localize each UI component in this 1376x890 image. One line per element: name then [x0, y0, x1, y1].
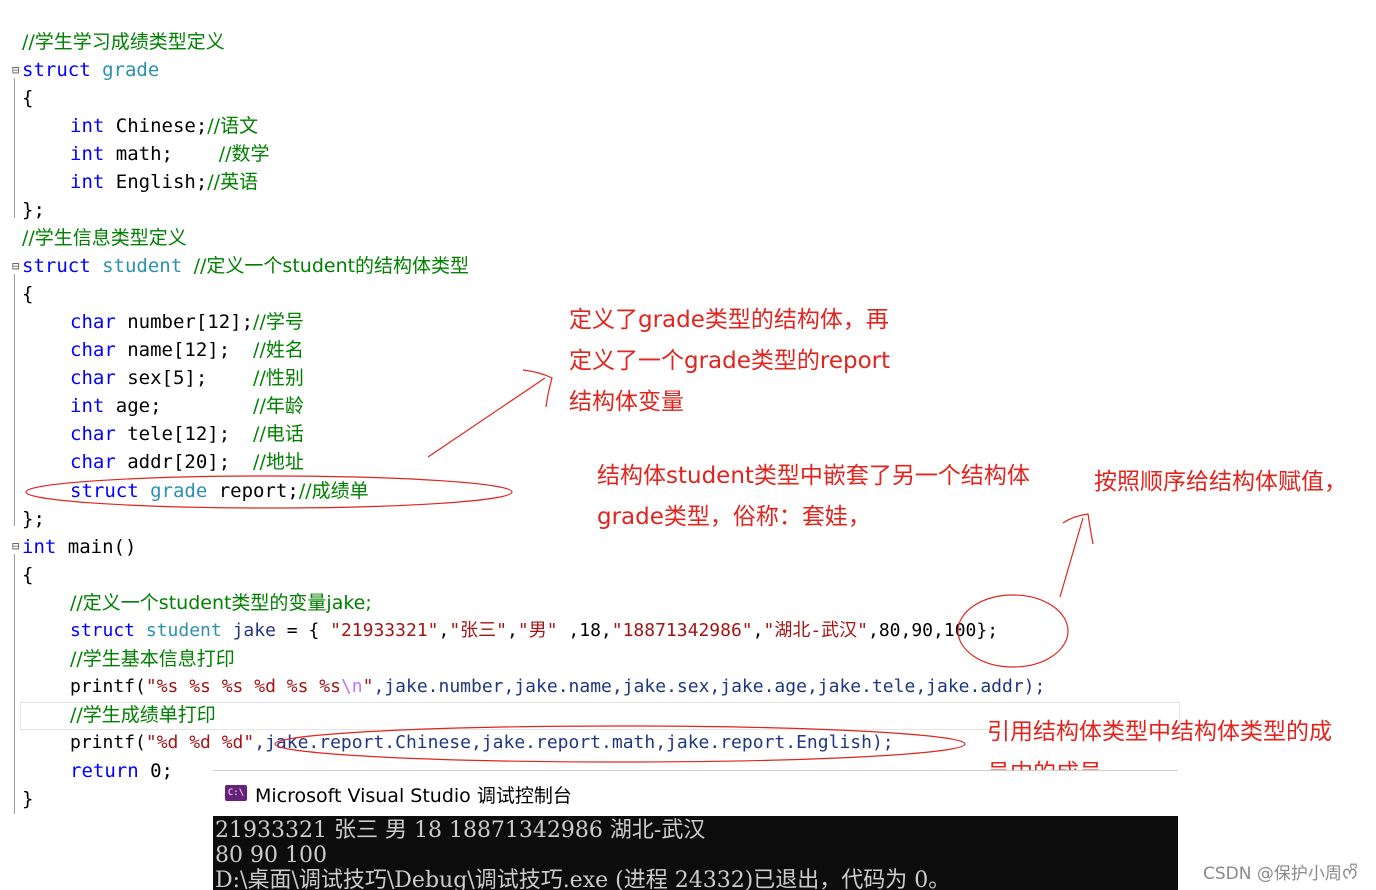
- arrow-head-icon: [522, 369, 553, 408]
- annotation-grade-report: 定义了grade类型的结构体，再 定义了一个grade类型的report 结构体…: [569, 307, 891, 415]
- annotation-assign-order: 按照顺序给结构体赋值，: [1094, 469, 1347, 495]
- visual-studio-console-icon: C:\: [225, 785, 247, 801]
- console-title-bar[interactable]: C:\ Microsoft Visual Studio 调试控制台: [213, 770, 1178, 817]
- console-title: Microsoft Visual Studio 调试控制台: [255, 785, 572, 807]
- debug-console-window[interactable]: C:\ Microsoft Visual Studio 调试控制台 219333…: [213, 770, 1178, 890]
- arrow-icon: [427, 377, 546, 458]
- highlight-ellipse: [274, 725, 966, 763]
- console-line: 80 90 100: [215, 843, 327, 868]
- console-output: 21933321 张三 男 18 18871342986 湖北-武汉 80 90…: [213, 816, 1178, 890]
- watermark: CSDN @保护小周ᰔᩚ: [1203, 864, 1358, 884]
- highlight-ellipse: [957, 594, 1069, 668]
- annotation-nested-struct: 结构体student类型中嵌套了另一个结构体 grade类型，俗称：套娃，: [597, 463, 1030, 530]
- arrow-head-icon: [1062, 513, 1094, 545]
- console-line: D:\桌面\调试技巧\Debug\调试技巧.exe (进程 24332)已退出，…: [215, 868, 951, 890]
- console-line: 21933321 张三 男 18 18871342986 湖北-武汉: [215, 818, 706, 843]
- arrow-icon: [1059, 517, 1084, 598]
- highlight-ellipse: [25, 475, 513, 509]
